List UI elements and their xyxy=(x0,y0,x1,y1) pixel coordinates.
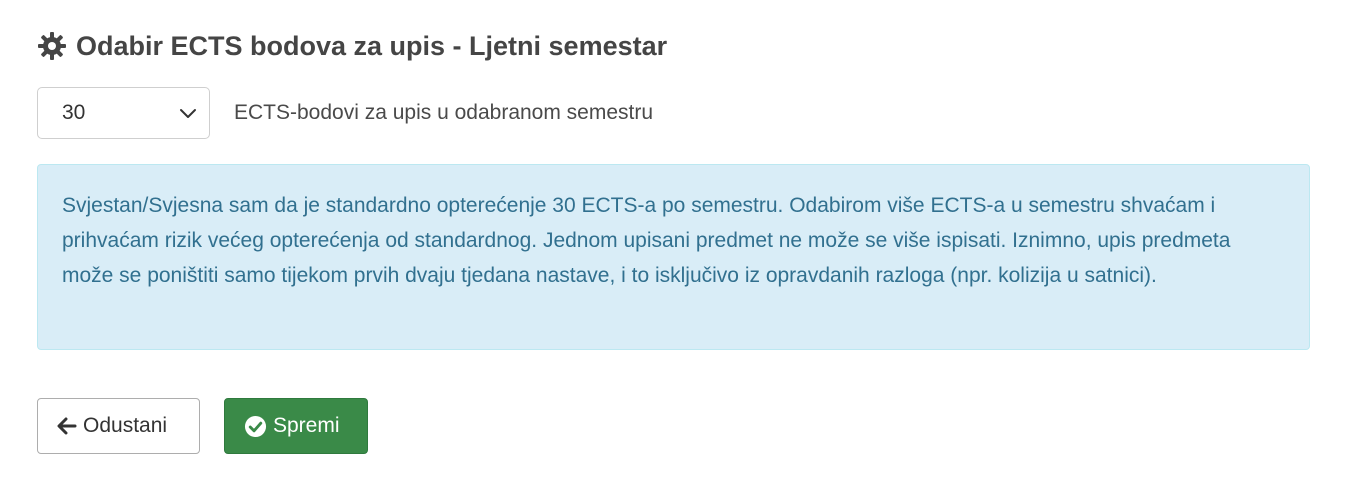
save-button[interactable]: Spremi xyxy=(224,398,368,454)
info-alert: Svjestan/Svjesna sam da je standardno op… xyxy=(37,164,1310,350)
info-alert-text: Svjestan/Svjesna sam da je standardno op… xyxy=(62,194,1231,287)
ects-select[interactable]: 30 xyxy=(37,87,210,139)
page-title: Odabir ECTS bodova za upis - Ljetni seme… xyxy=(76,30,668,61)
save-button-label: Spremi xyxy=(273,414,340,437)
gear-icon xyxy=(37,31,67,61)
check-circle-icon xyxy=(244,415,267,438)
chevron-down-icon xyxy=(179,107,197,119)
ects-select-label: ECTS-bodovi za upis u odabranom semestru xyxy=(234,101,654,124)
arrow-left-icon xyxy=(57,417,77,435)
page-header: Odabir ECTS bodova za upis - Ljetni seme… xyxy=(37,26,667,66)
cancel-button[interactable]: Odustani xyxy=(37,398,200,454)
ects-select-row: 30 ECTS-bodovi za upis u odabranom semes… xyxy=(37,86,653,140)
cancel-button-label: Odustani xyxy=(83,414,168,437)
page: Odabir ECTS bodova za upis - Ljetni seme… xyxy=(0,0,1366,496)
ects-select-value: 30 xyxy=(62,101,86,124)
